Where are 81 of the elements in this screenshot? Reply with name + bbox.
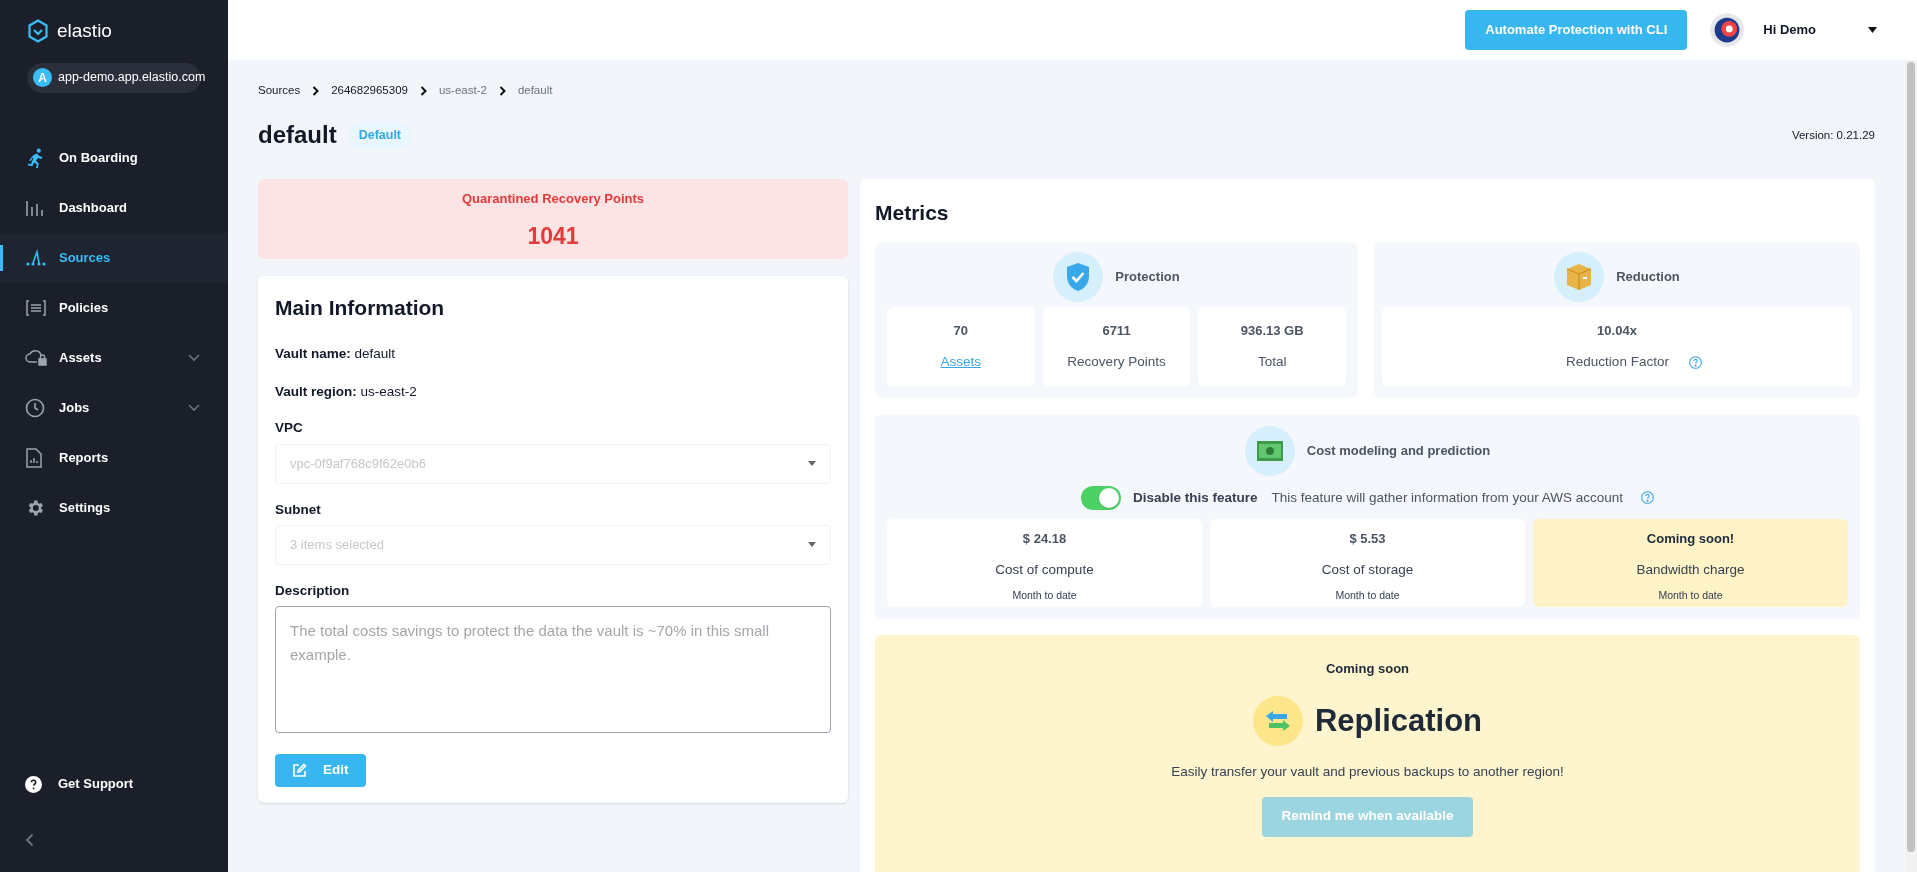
breadcrumb-link[interactable]: us-east-2 [438, 82, 487, 100]
sidebar-label: Policies [59, 298, 110, 317]
sidebar-item[interactable]: Sources [0, 232, 228, 283]
replication-title: Replication [1314, 702, 1483, 740]
sidebar-item[interactable]: On Boarding [0, 132, 228, 183]
stat-value: 10.04x [1597, 321, 1637, 340]
quarantine-label: Quarantined Recovery Points [461, 190, 645, 209]
sidebar-item[interactable]: Policies [0, 282, 228, 333]
panel-title: Protection [1115, 268, 1180, 286]
default-badge: Default [348, 121, 412, 149]
breadcrumb-link[interactable]: Sources [258, 82, 301, 100]
cost-label: Cost of compute [995, 561, 1094, 580]
quarantine-count: 1041 [527, 221, 579, 251]
cost-period: Month to date [1335, 587, 1400, 603]
info-text: Vault name: default [275, 344, 397, 363]
cost-value: $ 5.53 [1349, 529, 1386, 548]
bar-chart-icon [25, 198, 45, 217]
sidebar-label: Jobs [59, 398, 91, 417]
version-label: Version: 0.21.29 [1791, 127, 1875, 143]
field-label: VPC [275, 419, 304, 438]
cost-period: Month to date [1012, 587, 1077, 603]
stat-label: Reduction Factor [1566, 353, 1669, 372]
dropdown-caret-icon [808, 461, 816, 466]
cost-value: $ 24.18 [1022, 529, 1067, 548]
chart-dots-icon [25, 248, 47, 267]
list-icon [25, 298, 47, 317]
brand-name: elastio [57, 19, 112, 43]
info-text: Vault region: us-east-2 [275, 383, 418, 401]
chevron-right-icon [498, 85, 506, 96]
feature-toggle[interactable] [1081, 485, 1121, 510]
sidebar-label: Reports [59, 448, 110, 467]
breadcrumb-link[interactable]: default [517, 82, 553, 100]
clock-icon [25, 397, 45, 418]
field-label: Description [275, 581, 351, 600]
cloud-lock-icon [25, 348, 49, 367]
replication-text: Easily transfer your vault and previous backups to another region! [1171, 763, 1564, 782]
sidebar-item[interactable]: Settings [0, 482, 228, 533]
stat-value: 936.13 GB [1240, 321, 1304, 340]
page-title: default [258, 120, 337, 151]
stat-label: Total [1257, 353, 1287, 372]
stat-value: 70 [953, 321, 969, 340]
user-name: Hi Demo [1763, 21, 1816, 40]
coming-soon-label: Coming soon [1325, 659, 1409, 678]
section-title: Metrics [875, 200, 950, 227]
sidebar-item[interactable]: Assets [0, 332, 228, 383]
cost-period: Month to date [1658, 587, 1723, 603]
tenant-avatar: A [33, 68, 52, 87]
cost-label: Bandwidth charge [1636, 561, 1745, 580]
toggle-label: Disable this feature [1133, 488, 1258, 507]
help-icon [1688, 356, 1702, 369]
chevron-right-icon [312, 85, 320, 96]
cost-value: Coming soon! [1646, 529, 1735, 548]
logo-icon [27, 19, 49, 44]
breadcrumb-link[interactable]: 264682965309 [331, 82, 408, 100]
stat-label: Recovery Points [1067, 353, 1166, 372]
sidebar-label: Sources [59, 248, 112, 267]
support-link[interactable]: Get Support [0, 764, 228, 804]
sidebar-item[interactable]: Dashboard [0, 182, 228, 233]
panel-title: Cost modeling and prediction [1306, 442, 1491, 460]
sidebar-label: Assets [59, 348, 103, 367]
sidebar-item[interactable]: Reports [0, 432, 228, 483]
sidebar-label: Dashboard [59, 198, 128, 217]
scrollbar[interactable] [1905, 60, 1917, 872]
report-icon [25, 447, 43, 468]
sidebar-label: On Boarding [59, 148, 139, 167]
sidebar-item[interactable]: Jobs [0, 382, 228, 433]
field-label: Subnet [275, 500, 322, 519]
panel-title: Reduction [1616, 268, 1680, 286]
feature-note: This feature will gather information from your AWS account [1271, 488, 1623, 507]
section-title: Main Information [275, 295, 446, 322]
stat-value: 6711 [1102, 321, 1131, 340]
help-icon [1640, 491, 1654, 505]
pencil-icon [292, 763, 307, 778]
chevron-right-icon [419, 85, 427, 96]
sidebar-label: Settings [59, 498, 112, 517]
dropdown-caret-icon [1868, 27, 1877, 33]
help-icon [25, 775, 42, 793]
dropdown-caret-icon [808, 542, 816, 548]
user-avatar [1709, 12, 1746, 48]
cost-label: Cost of storage [1321, 561, 1414, 580]
chevron-left-icon [25, 833, 34, 847]
